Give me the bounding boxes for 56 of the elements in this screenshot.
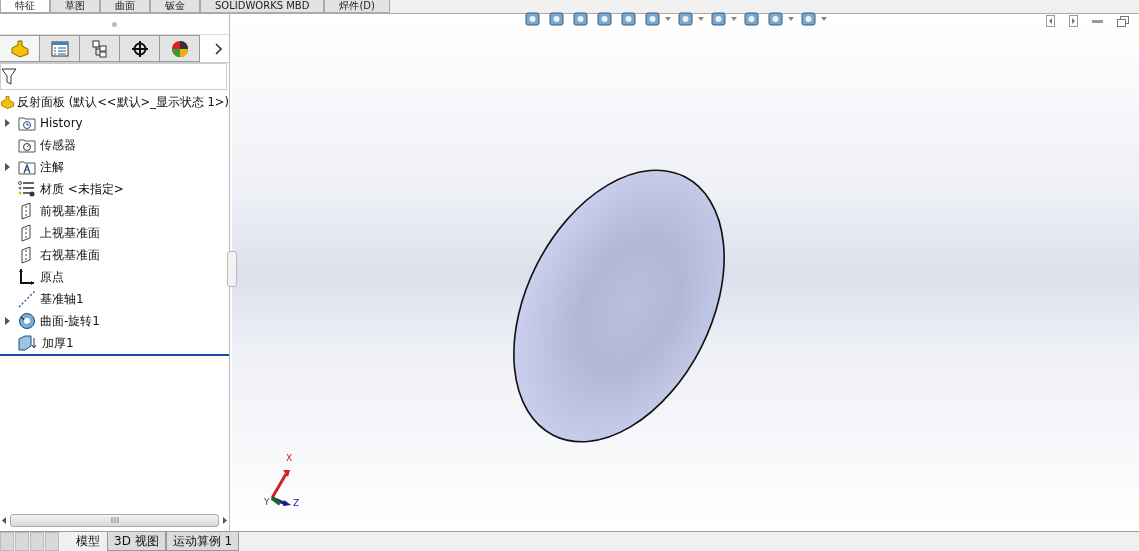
color-wheel-icon <box>170 39 189 58</box>
minimize-icon[interactable] <box>1092 19 1103 23</box>
scrollbar-thumb[interactable] <box>10 513 219 527</box>
caret-icon[interactable] <box>665 17 671 21</box>
dashed-axis-icon <box>18 290 36 308</box>
property-list-icon <box>50 40 69 57</box>
dish-surface[interactable] <box>513 169 725 443</box>
tree-item[interactable]: 前视基准面 <box>40 202 100 220</box>
tree-item[interactable]: 传感器 <box>40 136 76 154</box>
command-tab[interactable]: 钣金 <box>150 0 200 13</box>
command-tab[interactable]: 曲面 <box>100 0 150 13</box>
tree-item[interactable]: 上视基准面 <box>40 224 100 242</box>
material-list-icon <box>18 181 36 197</box>
restore-icon[interactable] <box>1117 15 1129 27</box>
caret-icon[interactable] <box>821 17 827 21</box>
command-tab[interactable]: 草图 <box>50 0 100 13</box>
command-tab[interactable]: 特征 <box>0 0 50 13</box>
clock-folder-icon <box>18 115 36 131</box>
tree-item[interactable]: 注解 <box>40 158 64 176</box>
letter-folder-icon <box>18 159 36 175</box>
part-name[interactable]: 反射面板 (默认<<默认>_显示状态 1>) <box>17 94 229 110</box>
command-tab[interactable]: 焊件(D) <box>324 0 390 13</box>
splitter-handle-icon[interactable] <box>227 251 237 287</box>
tree-item[interactable]: 基准轴1 <box>40 290 84 308</box>
scroll-left-icon[interactable] <box>2 516 6 524</box>
grip-lines-icon <box>110 517 119 523</box>
thicken-icon <box>18 335 38 351</box>
caret-icon[interactable] <box>788 17 794 21</box>
crosshair-icon <box>130 39 149 58</box>
command-tab[interactable]: SOLIDWORKS MBD <box>200 0 325 13</box>
tree-item[interactable]: History <box>40 116 83 130</box>
scroll-right-icon[interactable] <box>223 516 227 524</box>
view-tab[interactable]: 3D 视图 <box>107 532 166 551</box>
tile-left-icon[interactable] <box>1046 15 1055 27</box>
tree-item[interactable]: 加厚1 <box>42 334 74 352</box>
filter-field[interactable] <box>0 63 227 90</box>
configuration-tree-icon <box>91 39 108 58</box>
part-icon <box>9 39 30 58</box>
manager-tab[interactable] <box>120 35 160 62</box>
caret-icon[interactable] <box>731 17 737 21</box>
expand-arrow-icon[interactable] <box>4 119 10 127</box>
tree-item[interactable]: 曲面-旋转1 <box>40 312 100 330</box>
tile-right-icon[interactable] <box>1069 15 1078 27</box>
tree-item[interactable]: 右视基准面 <box>40 246 100 264</box>
view-tab[interactable]: 运动算例 1 <box>165 532 240 551</box>
grip-handle-icon[interactable] <box>112 21 117 27</box>
caret-icon[interactable] <box>698 17 704 21</box>
tree-item[interactable]: 原点 <box>40 268 64 286</box>
expand-arrow-icon[interactable] <box>4 317 10 325</box>
tree-item[interactable]: 材质 <未指定> <box>40 180 124 198</box>
revolve-icon <box>18 312 36 330</box>
manager-tab[interactable] <box>160 35 200 62</box>
gauge-folder-icon <box>18 137 36 153</box>
origin-icon <box>18 268 36 286</box>
expand-arrow-icon[interactable] <box>4 163 10 171</box>
part-icon <box>0 94 16 110</box>
